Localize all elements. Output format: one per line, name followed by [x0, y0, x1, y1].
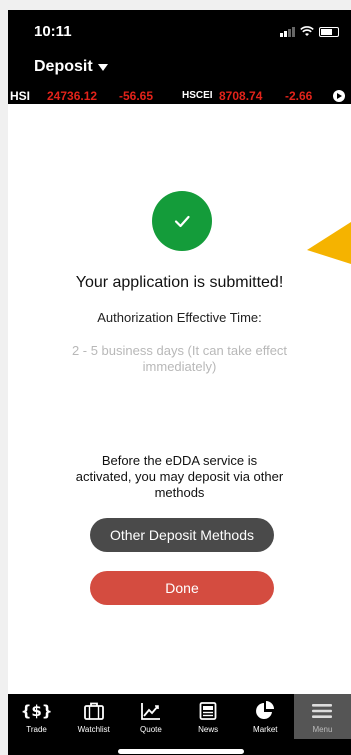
briefcase-icon	[83, 699, 105, 723]
hscei-change: -2.66	[285, 89, 313, 103]
info-text: Before the eDDA service is activated, yo…	[75, 453, 284, 500]
home-indicator[interactable]	[118, 749, 244, 754]
index-ticker[interactable]: HSI 24736.12 -56.65 HSCEI 8708.74 -2.66	[8, 88, 351, 104]
tab-label: Trade	[26, 725, 47, 734]
caret-down-icon	[97, 63, 108, 71]
hsi-change: -56.65	[119, 89, 154, 103]
page-title: Deposit	[34, 58, 93, 75]
pointer-arrow-icon	[307, 222, 351, 264]
bottom-tab-bar: {$} Trade Watchlist Quote News Market Me…	[8, 694, 351, 739]
header: 10:11 Deposit HSI 24736.12 -56.65 HSCEI …	[8, 10, 351, 104]
battery-icon	[319, 26, 339, 37]
done-button[interactable]: Done	[90, 571, 274, 605]
auth-time-label: Authorization Effective Time:	[97, 310, 262, 325]
pie-chart-icon	[254, 699, 276, 723]
tab-quote[interactable]: Quote	[122, 694, 179, 739]
tab-label: Watchlist	[77, 725, 110, 734]
success-heading: Your application is submitted!	[75, 274, 284, 291]
dollar-icon: {$}	[20, 702, 53, 720]
tab-watchlist[interactable]: Watchlist	[65, 694, 122, 739]
hsi-label: HSI	[10, 89, 31, 103]
wifi-icon	[300, 26, 314, 36]
play-icon[interactable]	[333, 90, 345, 102]
tab-label: Menu	[312, 725, 333, 734]
status-icons	[280, 26, 339, 37]
auth-time-value: 2 - 5 business days (It can take effect …	[71, 343, 288, 374]
tab-label: Market	[253, 725, 278, 734]
status-time: 10:11	[34, 23, 72, 40]
tab-news[interactable]: News	[180, 694, 237, 739]
tab-trade[interactable]: {$} Trade	[8, 694, 65, 739]
app-screen: 10:11 Deposit HSI 24736.12 -56.65 HSCEI …	[8, 10, 351, 755]
line-chart-icon	[140, 699, 162, 723]
hamburger-icon	[311, 699, 333, 723]
tab-label: News	[198, 725, 219, 734]
tab-market[interactable]: Market	[237, 694, 294, 739]
signal-icon	[280, 26, 295, 37]
newspaper-icon	[198, 699, 218, 723]
tab-label: Quote	[140, 725, 162, 734]
hsi-value: 24736.12	[47, 89, 98, 103]
hscei-label: HSCEI	[182, 90, 213, 101]
hscei-value: 8708.74	[219, 89, 263, 103]
other-deposit-methods-button[interactable]: Other Deposit Methods	[90, 518, 274, 552]
success-check-icon	[152, 191, 212, 251]
page-title-dropdown[interactable]: Deposit	[34, 58, 108, 76]
tab-menu[interactable]: Menu	[293, 694, 351, 739]
